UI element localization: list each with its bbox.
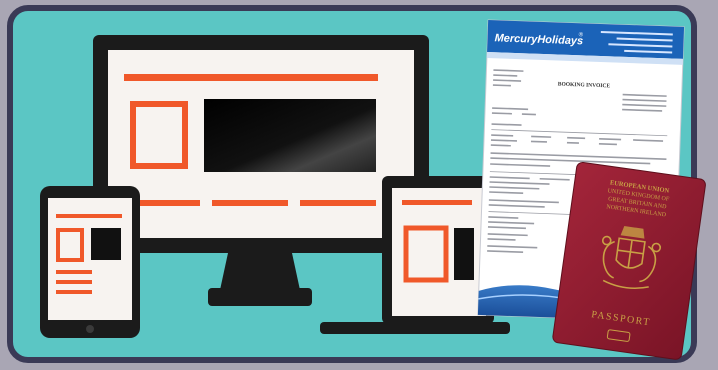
laptop-base [320,322,510,334]
monitor-base [208,288,312,306]
invoice-brand-mark: ® [579,31,584,38]
illustration: MercuryHolidays ® BOOKING INVOICE EUROPE… [7,5,706,363]
tablet-wire-bar [56,214,122,218]
laptop-wire-bar [402,200,472,205]
wire-video-block [204,99,376,172]
monitor-neck [220,253,300,290]
wire-header-bar [124,74,378,81]
wire-footer-bar-3 [300,200,376,206]
laptop-wire-video [454,228,474,280]
tablet-wire-line-2 [56,280,92,284]
tablet-wire-video [91,228,121,260]
wire-footer-bar-2 [212,200,288,206]
passport: EUROPEAN UNION UNITED KINGDOM OF GREAT B… [552,161,706,360]
tablet-wire-line-1 [56,270,92,274]
tablet-wire-line-3 [56,290,92,294]
tablet [40,186,140,338]
tablet-home-button [86,325,94,333]
